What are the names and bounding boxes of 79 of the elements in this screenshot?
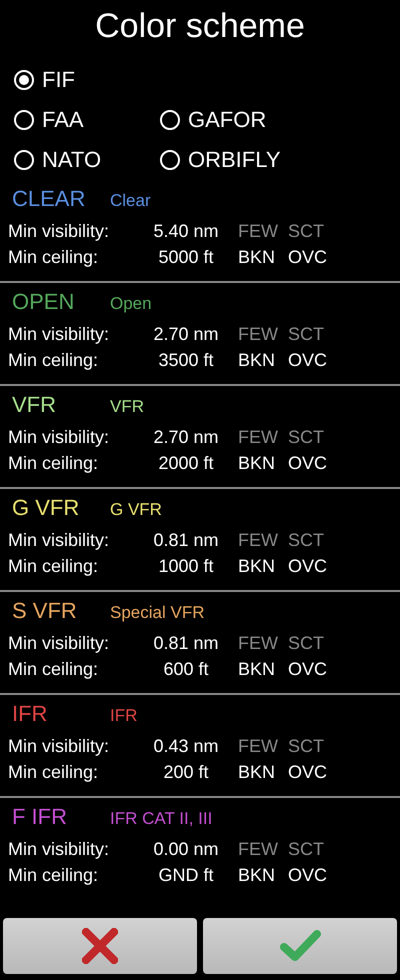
- cloud-cover-toggle[interactable]: OVC: [288, 452, 338, 475]
- visibility-label: Min visibility:: [8, 220, 110, 243]
- cloud-cover-toggle[interactable]: OVC: [288, 349, 338, 372]
- visibility-label: Min visibility:: [8, 426, 110, 449]
- cancel-button[interactable]: [3, 918, 197, 974]
- ceiling-label: Min ceiling:: [8, 246, 100, 269]
- cloud-cover-toggle[interactable]: BKN: [238, 864, 288, 887]
- category-name: IFR: [11, 701, 48, 727]
- category-description: Special VFR: [110, 603, 204, 623]
- visibility-label: Min visibility:: [8, 735, 110, 758]
- category-description: IFR: [110, 706, 138, 726]
- scheme-radio[interactable]: FIF: [14, 67, 160, 93]
- cloud-cover-toggle[interactable]: FEW: [238, 323, 288, 346]
- cloud-cover-toggle[interactable]: FEW: [238, 735, 288, 758]
- visibility-value[interactable]: 0.00 nm: [134, 838, 238, 861]
- cloud-cover-toggle[interactable]: OVC: [288, 761, 338, 784]
- cloud-cover-toggle[interactable]: SCT: [288, 323, 338, 346]
- visibility-value[interactable]: 0.43 nm: [134, 735, 238, 758]
- cloud-cover-toggle[interactable]: BKN: [238, 761, 288, 784]
- ceiling-label: Min ceiling:: [8, 761, 100, 784]
- category-description: Clear: [110, 191, 151, 211]
- visibility-label: Min visibility:: [8, 529, 110, 552]
- cloud-cover-toggle[interactable]: OVC: [288, 246, 338, 269]
- cloud-cover-toggle[interactable]: SCT: [288, 426, 338, 449]
- category-name: G VFR: [11, 495, 80, 521]
- ceiling-value[interactable]: 600 ft: [134, 658, 238, 681]
- category-name: OPEN: [11, 289, 76, 315]
- category-description: G VFR: [110, 500, 162, 520]
- checkmark-icon: [279, 929, 321, 963]
- cloud-cover-toggle[interactable]: BKN: [238, 452, 288, 475]
- visibility-value[interactable]: 2.70 nm: [134, 323, 238, 346]
- scheme-radio[interactable]: GAFOR: [160, 107, 306, 133]
- visibility-label: Min visibility:: [8, 632, 110, 655]
- cloud-cover-toggle[interactable]: OVC: [288, 555, 338, 578]
- cloud-cover-toggle[interactable]: FEW: [238, 632, 288, 655]
- category-name: S VFR: [11, 598, 78, 624]
- cloud-cover-toggle[interactable]: FEW: [238, 838, 288, 861]
- visibility-value[interactable]: 5.40 nm: [134, 220, 238, 243]
- category-description: Open: [110, 294, 152, 314]
- ceiling-label: Min ceiling:: [8, 658, 100, 681]
- ceiling-label: Min ceiling:: [8, 555, 100, 578]
- visibility-value[interactable]: 0.81 nm: [134, 529, 238, 552]
- category-description: IFR CAT II, III: [110, 809, 212, 829]
- cloud-cover-toggle[interactable]: FEW: [238, 426, 288, 449]
- scheme-radio[interactable]: ORBIFLY: [160, 147, 306, 173]
- visibility-value[interactable]: 0.81 nm: [134, 632, 238, 655]
- dialog-title: Color scheme: [94, 6, 306, 47]
- ceiling-label: Min ceiling:: [8, 864, 100, 887]
- ceiling-label: Min ceiling:: [8, 349, 100, 372]
- cloud-cover-toggle[interactable]: FEW: [238, 220, 288, 243]
- cloud-cover-toggle[interactable]: BKN: [238, 658, 288, 681]
- category-name: VFR: [11, 392, 57, 418]
- cloud-cover-toggle[interactable]: SCT: [288, 838, 338, 861]
- cloud-cover-toggle[interactable]: SCT: [288, 220, 338, 243]
- cloud-cover-toggle[interactable]: SCT: [288, 632, 338, 655]
- cloud-cover-toggle[interactable]: SCT: [288, 735, 338, 758]
- visibility-value[interactable]: 2.70 nm: [134, 426, 238, 449]
- cloud-cover-toggle[interactable]: OVC: [288, 864, 338, 887]
- ceiling-value[interactable]: 3500 ft: [134, 349, 238, 372]
- category-name: CLEAR: [11, 186, 86, 212]
- cloud-cover-toggle[interactable]: BKN: [238, 246, 288, 269]
- cloud-cover-toggle[interactable]: BKN: [238, 555, 288, 578]
- ceiling-value[interactable]: 5000 ft: [134, 246, 238, 269]
- ceiling-value[interactable]: 2000 ft: [134, 452, 238, 475]
- ceiling-value[interactable]: 1000 ft: [134, 555, 238, 578]
- cloud-cover-toggle[interactable]: SCT: [288, 529, 338, 552]
- visibility-label: Min visibility:: [8, 323, 110, 346]
- cloud-cover-toggle[interactable]: OVC: [288, 658, 338, 681]
- scheme-radio[interactable]: NATO: [14, 147, 160, 173]
- category-name: F IFR: [11, 804, 68, 830]
- scheme-radio[interactable]: FAA: [14, 107, 160, 133]
- visibility-label: Min visibility:: [8, 838, 110, 861]
- category-description: VFR: [110, 397, 144, 417]
- ceiling-value[interactable]: 200 ft: [134, 761, 238, 784]
- cloud-cover-toggle[interactable]: BKN: [238, 349, 288, 372]
- close-icon: [82, 928, 118, 964]
- ceiling-value[interactable]: GND ft: [134, 864, 238, 887]
- ceiling-label: Min ceiling:: [8, 452, 100, 475]
- cloud-cover-toggle[interactable]: FEW: [238, 529, 288, 552]
